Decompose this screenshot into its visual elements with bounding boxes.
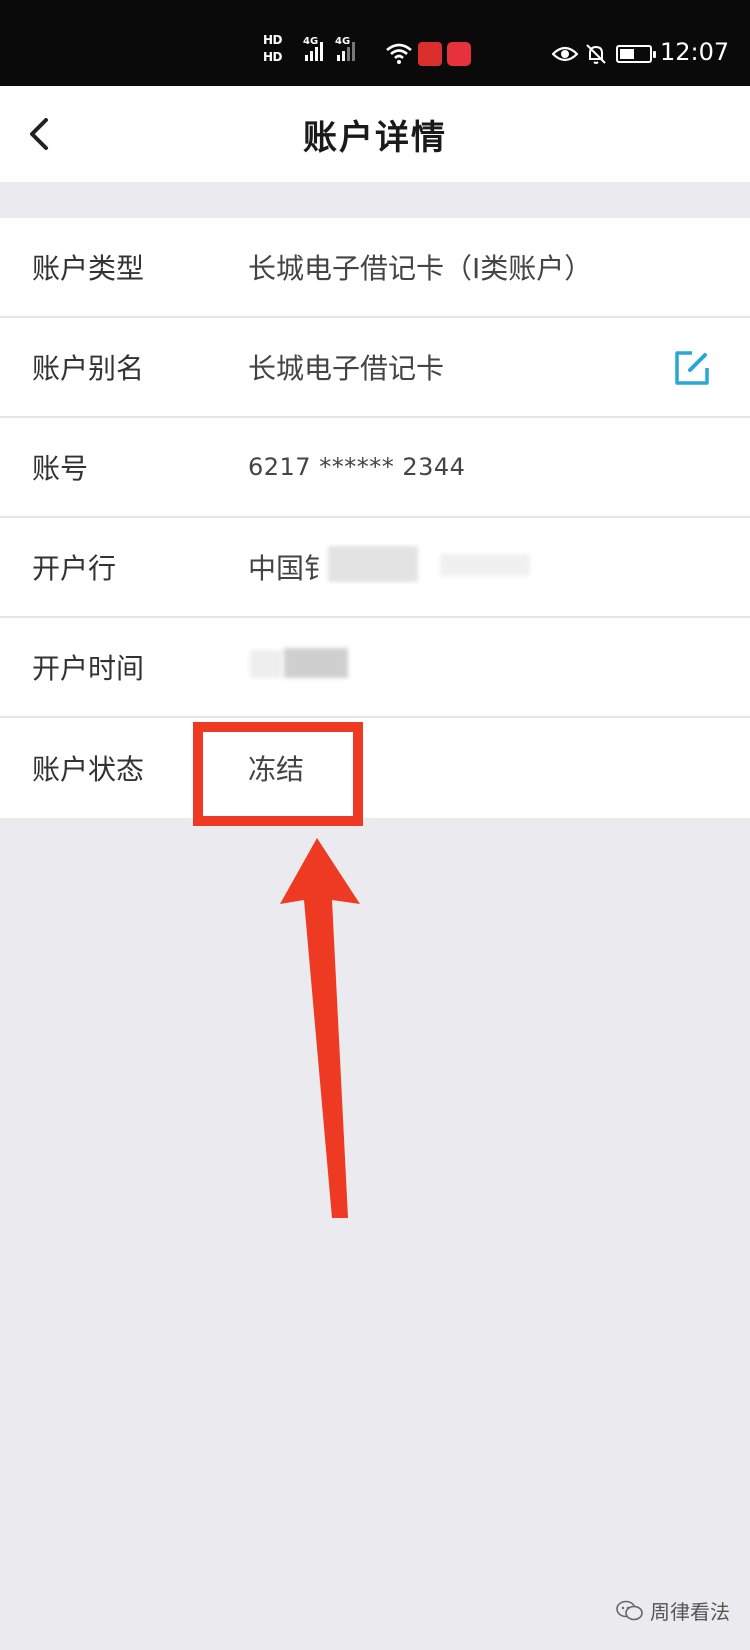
row-label: 账户类型 xyxy=(32,252,145,285)
signal-icon: 4G xyxy=(335,36,355,61)
detail-row-account-number: 账号 6217 ****** 2344 xyxy=(0,418,750,518)
back-button[interactable] xyxy=(18,110,66,158)
app-notification-icon xyxy=(447,42,471,66)
row-label: 开户时间 xyxy=(32,652,145,685)
detail-row-account-alias: 账户别名 长城电子借记卡 xyxy=(0,318,750,418)
annotation-highlight-box xyxy=(193,722,363,826)
watermark-text: 周律看法 xyxy=(650,1600,730,1624)
status-time: 12:07 xyxy=(660,38,730,66)
chevron-left-icon xyxy=(30,118,48,150)
edit-icon[interactable] xyxy=(672,348,712,388)
row-value: 长城电子借记卡（I类账户） xyxy=(248,252,593,285)
row-label: 账户别名 xyxy=(32,352,145,385)
signal-icon: 4G xyxy=(303,36,323,61)
hd-indicator: HD HD xyxy=(263,33,283,64)
detail-row-opening-time: 开户时间 xyxy=(0,618,750,718)
row-label: 账户状态 xyxy=(32,753,145,786)
row-label: 开户行 xyxy=(32,552,117,585)
signal-indicators: 4G 4G xyxy=(303,36,355,61)
detail-row-opening-bank: 开户行 中国钅 xyxy=(0,518,750,618)
eye-icon xyxy=(552,46,578,62)
redacted-area xyxy=(328,546,418,582)
redacted-area xyxy=(250,650,282,678)
annotation-arrow-icon xyxy=(280,838,360,1218)
status-bar: HD HD 4G 4G 12:07 xyxy=(0,0,750,86)
battery-icon xyxy=(616,45,656,63)
wifi-icon xyxy=(386,43,412,64)
redacted-area xyxy=(440,554,530,576)
watermark: 周律看法 xyxy=(616,1596,730,1625)
row-label: 账号 xyxy=(32,452,89,485)
detail-row-account-type: 账户类型 长城电子借记卡（I类账户） xyxy=(0,218,750,318)
bell-muted-icon xyxy=(586,44,606,64)
row-value: 长城电子借记卡 xyxy=(248,352,445,385)
row-value: 6217 ****** 2344 xyxy=(248,453,466,481)
account-detail-list: 账户类型 长城电子借记卡（I类账户） 账户别名 长城电子借记卡 账号 6217 … xyxy=(0,218,750,818)
nav-bar: 账户详情 xyxy=(0,86,750,182)
detail-row-account-status: 账户状态 冻结 xyxy=(0,718,750,818)
redacted-area xyxy=(284,648,348,678)
app-notification-icon xyxy=(418,42,442,66)
wechat-icon xyxy=(616,1600,643,1620)
row-value: 中国钅 xyxy=(248,552,333,585)
page-title: 账户详情 xyxy=(303,117,447,158)
